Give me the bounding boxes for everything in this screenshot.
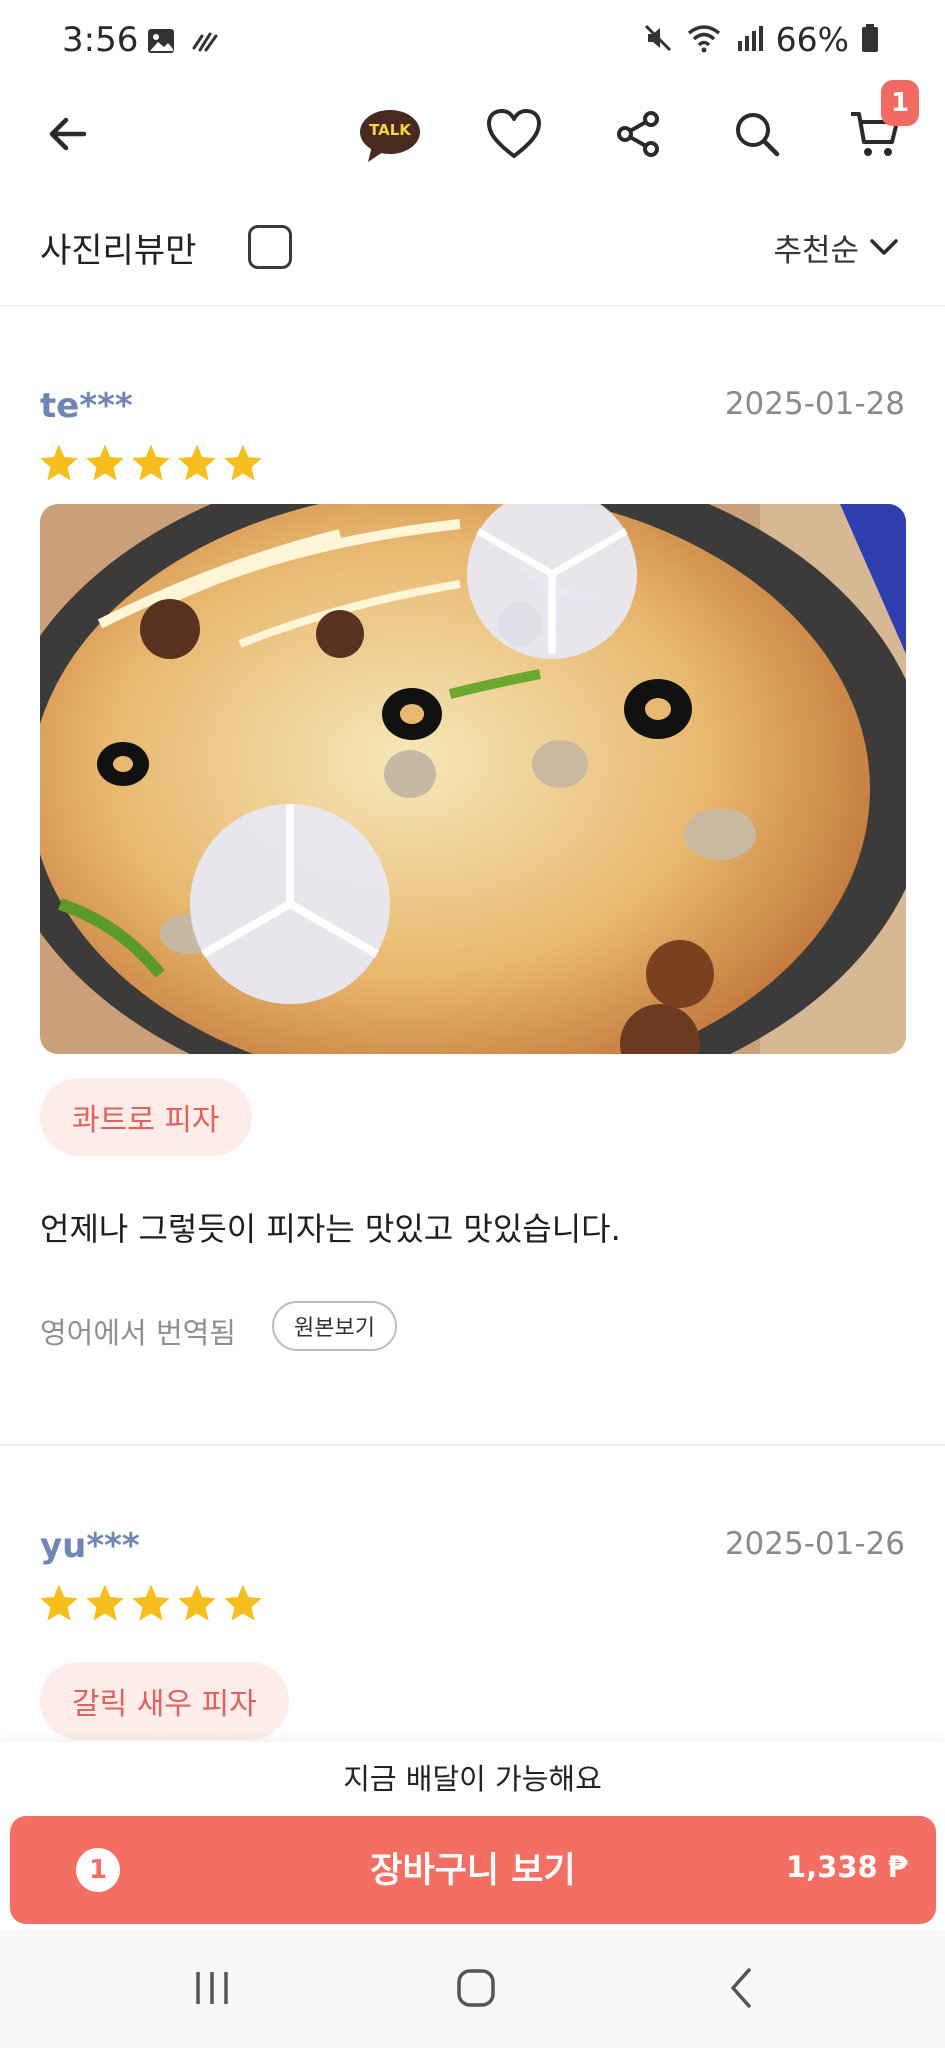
filter-row: 사진리뷰만 추천순 <box>0 205 945 285</box>
system-back-button[interactable] <box>700 1960 780 2020</box>
cart-badge: 1 <box>881 80 919 126</box>
chevron-down-icon <box>869 230 899 266</box>
star-icon <box>86 1584 124 1621</box>
search-button[interactable] <box>717 90 797 182</box>
star-icon <box>132 444 170 481</box>
translated-label: 영어에서 번역됨 <box>40 1316 236 1350</box>
recent-apps-icon <box>190 1968 234 2012</box>
sort-label: 추천순 <box>773 233 859 269</box>
arrow-left-icon <box>44 110 92 162</box>
wishlist-button[interactable] <box>474 90 554 182</box>
kakaotalk-icon: TALK <box>358 108 422 164</box>
status-bar: 3:56 66% <box>0 0 945 84</box>
wifi-icon <box>686 22 722 58</box>
system-nav-bar <box>0 1930 945 2048</box>
star-icon <box>224 444 262 481</box>
mute-icon <box>642 22 674 58</box>
star-icon <box>40 1584 78 1621</box>
star-icon <box>224 1584 262 1621</box>
battery-icon <box>861 23 879 57</box>
top-nav: TALK 1 <box>0 80 945 182</box>
status-time: 3:56 <box>62 20 139 60</box>
view-cart-button[interactable]: 1 장바구니 보기 1,338 ₱ <box>10 1816 936 1924</box>
delivery-notice: 지금 배달이 가능해요 <box>0 1742 945 1812</box>
menu-chip: 갈릭 새우 피자 <box>40 1662 289 1740</box>
gallery-icon <box>146 26 176 60</box>
divider <box>0 1444 945 1446</box>
home-icon <box>455 1967 497 2013</box>
search-icon <box>731 108 783 164</box>
view-original-button[interactable]: 원본보기 <box>272 1301 397 1351</box>
review-photo[interactable] <box>40 504 906 1054</box>
signal-icon <box>734 23 764 57</box>
review-username: te*** <box>40 386 133 426</box>
rating-stars <box>38 442 264 484</box>
star-icon <box>132 1584 170 1621</box>
photo-only-label: 사진리뷰만 <box>40 231 197 271</box>
cart-total-price: 1,338 ₱ <box>785 1850 908 1884</box>
photo-only-checkbox[interactable] <box>248 225 292 269</box>
star-icon <box>178 1584 216 1621</box>
heart-icon <box>486 108 542 164</box>
home-button[interactable] <box>436 1960 516 2020</box>
kakaotalk-button[interactable]: TALK <box>350 90 430 182</box>
sort-dropdown[interactable]: 추천순 <box>773 225 899 270</box>
share-button[interactable] <box>598 90 678 182</box>
rating-stars <box>38 1582 264 1624</box>
talk-label: TALK <box>369 121 411 139</box>
review-username: yu*** <box>40 1526 140 1566</box>
back-button[interactable] <box>28 90 108 182</box>
menu-chip: 콰트로 피자 <box>40 1078 252 1156</box>
divider <box>0 305 945 307</box>
battery-percent: 66% <box>775 20 849 59</box>
review-date: 2025-01-26 <box>724 1526 905 1562</box>
review-text: 언제나 그렇듯이 피자는 맛있고 맛있습니다. <box>40 1210 621 1248</box>
review-date: 2025-01-28 <box>724 386 905 422</box>
cart-button[interactable]: 1 <box>835 80 919 182</box>
star-icon <box>86 444 124 481</box>
star-icon <box>40 444 78 481</box>
recent-apps-button[interactable] <box>172 1960 252 2020</box>
chevron-left-icon <box>725 1966 755 2014</box>
star-icon <box>178 444 216 481</box>
share-icon <box>613 109 663 163</box>
vpn-icon <box>190 26 220 60</box>
